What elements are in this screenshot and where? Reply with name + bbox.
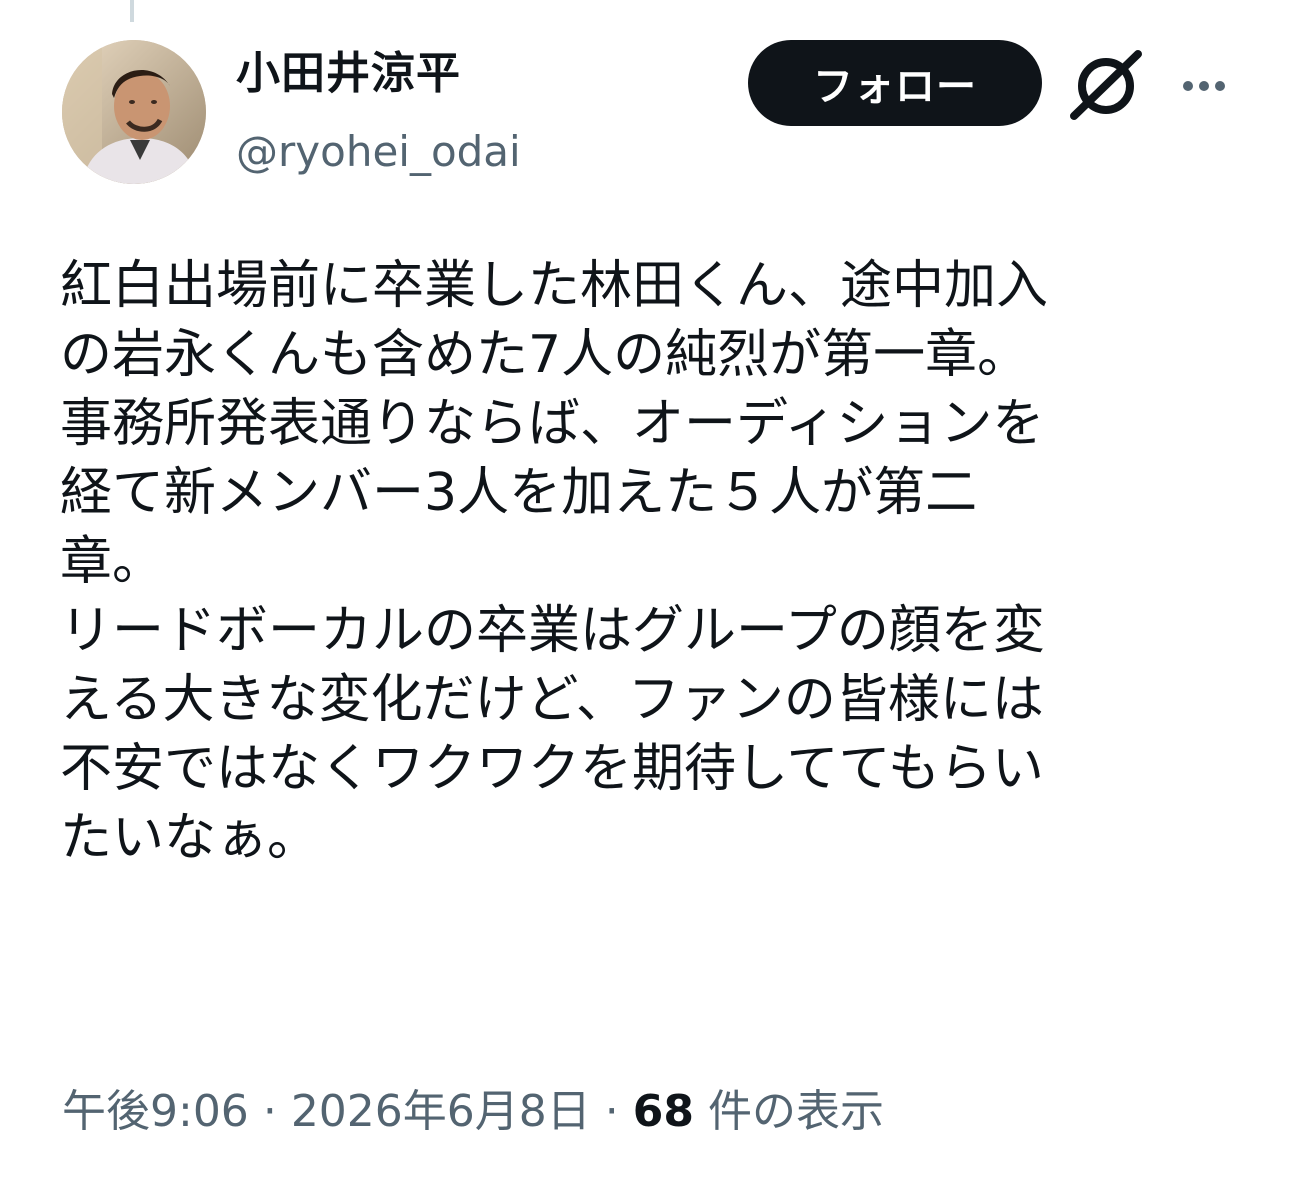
more-options-button[interactable] xyxy=(1168,54,1240,118)
tweet-date[interactable]: 2026年6月8日 xyxy=(291,1080,591,1144)
grok-button[interactable] xyxy=(1064,44,1148,128)
separator: · xyxy=(604,1086,619,1137)
more-icon xyxy=(1183,81,1225,91)
tweet-text: 紅白出場前に卒業した林田くん、途中加入 の岩永くんも含めた7人の純烈が第一章。 … xyxy=(60,256,1049,868)
avatar[interactable] xyxy=(62,40,206,184)
avatar-photo xyxy=(62,40,206,184)
tweet-time[interactable]: 午後9:06 xyxy=(62,1080,249,1144)
views-label: 件の表示 xyxy=(708,1086,885,1137)
tweet-metadata: 午後9:06 · 2026年6月8日 · 68 件の表示 xyxy=(62,1080,884,1144)
views-count[interactable]: 68 xyxy=(633,1080,694,1144)
grok-icon xyxy=(1070,50,1142,120)
follow-button[interactable]: フォロー xyxy=(748,40,1042,126)
separator: · xyxy=(262,1086,277,1137)
user-handle[interactable]: @ryohei_odai xyxy=(236,122,521,182)
thread-connector-line xyxy=(130,0,134,22)
display-name[interactable]: 小田井涼平 xyxy=(236,44,461,104)
